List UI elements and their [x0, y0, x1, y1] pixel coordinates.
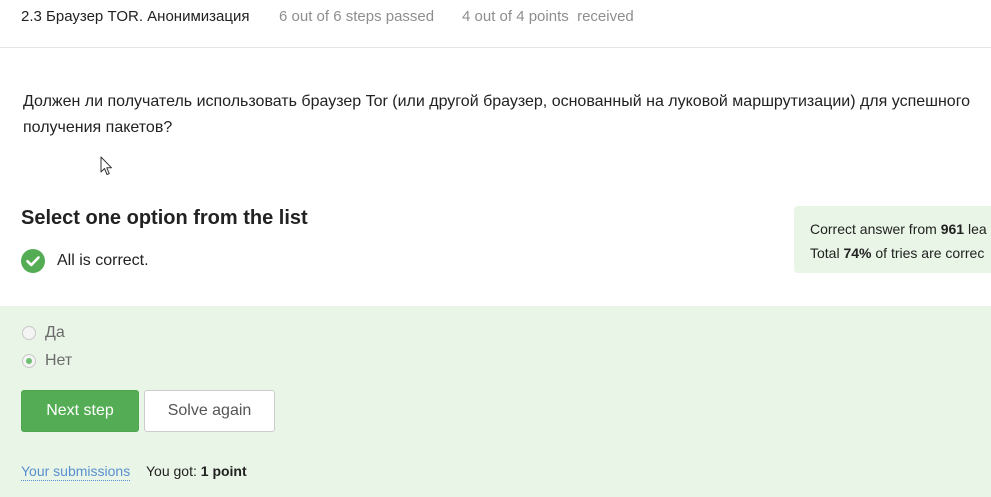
check-circle-icon	[21, 249, 45, 273]
steps-status: 6 out of 6 steps passed	[279, 8, 435, 25]
quiz-heading: Select one option from the list	[21, 207, 308, 229]
radio-button-selected[interactable]	[22, 354, 36, 368]
option-label: Нет	[45, 352, 73, 369]
correct-count: 961	[940, 221, 965, 237]
radio-button[interactable]	[22, 326, 36, 340]
mouse-cursor-icon	[100, 156, 112, 175]
option-net[interactable]: Нет	[21, 351, 72, 371]
points-status: 4 out of 4 points received	[462, 8, 634, 25]
stats-panel: Correct answer from 961 lea Total 74% of…	[794, 206, 991, 273]
next-step-button[interactable]: Next step	[21, 390, 139, 432]
solve-again-button[interactable]: Solve again	[144, 390, 275, 432]
stats-line-total: Total 74% of tries are correc	[810, 245, 985, 261]
result-text: All is correct.	[57, 252, 149, 269]
step-header: 2.3 Браузер TOR. Анонимизация 6 out of 6…	[0, 0, 991, 48]
option-label: Да	[45, 324, 65, 341]
lesson-title[interactable]: 2.3 Браузер TOR. Анонимизация	[21, 8, 249, 25]
correct-percent: 74%	[843, 245, 872, 261]
result-status: All is correct.	[21, 249, 149, 273]
question-text: Должен ли получатель использовать браузе…	[23, 93, 971, 136]
your-submissions-link[interactable]: Your submissions	[21, 463, 131, 481]
score-value: 1 point	[200, 463, 247, 479]
stats-line-correct: Correct answer from 961 lea	[810, 221, 987, 237]
option-da[interactable]: Да	[21, 323, 65, 343]
score-text: You got: 1 point	[146, 463, 247, 479]
